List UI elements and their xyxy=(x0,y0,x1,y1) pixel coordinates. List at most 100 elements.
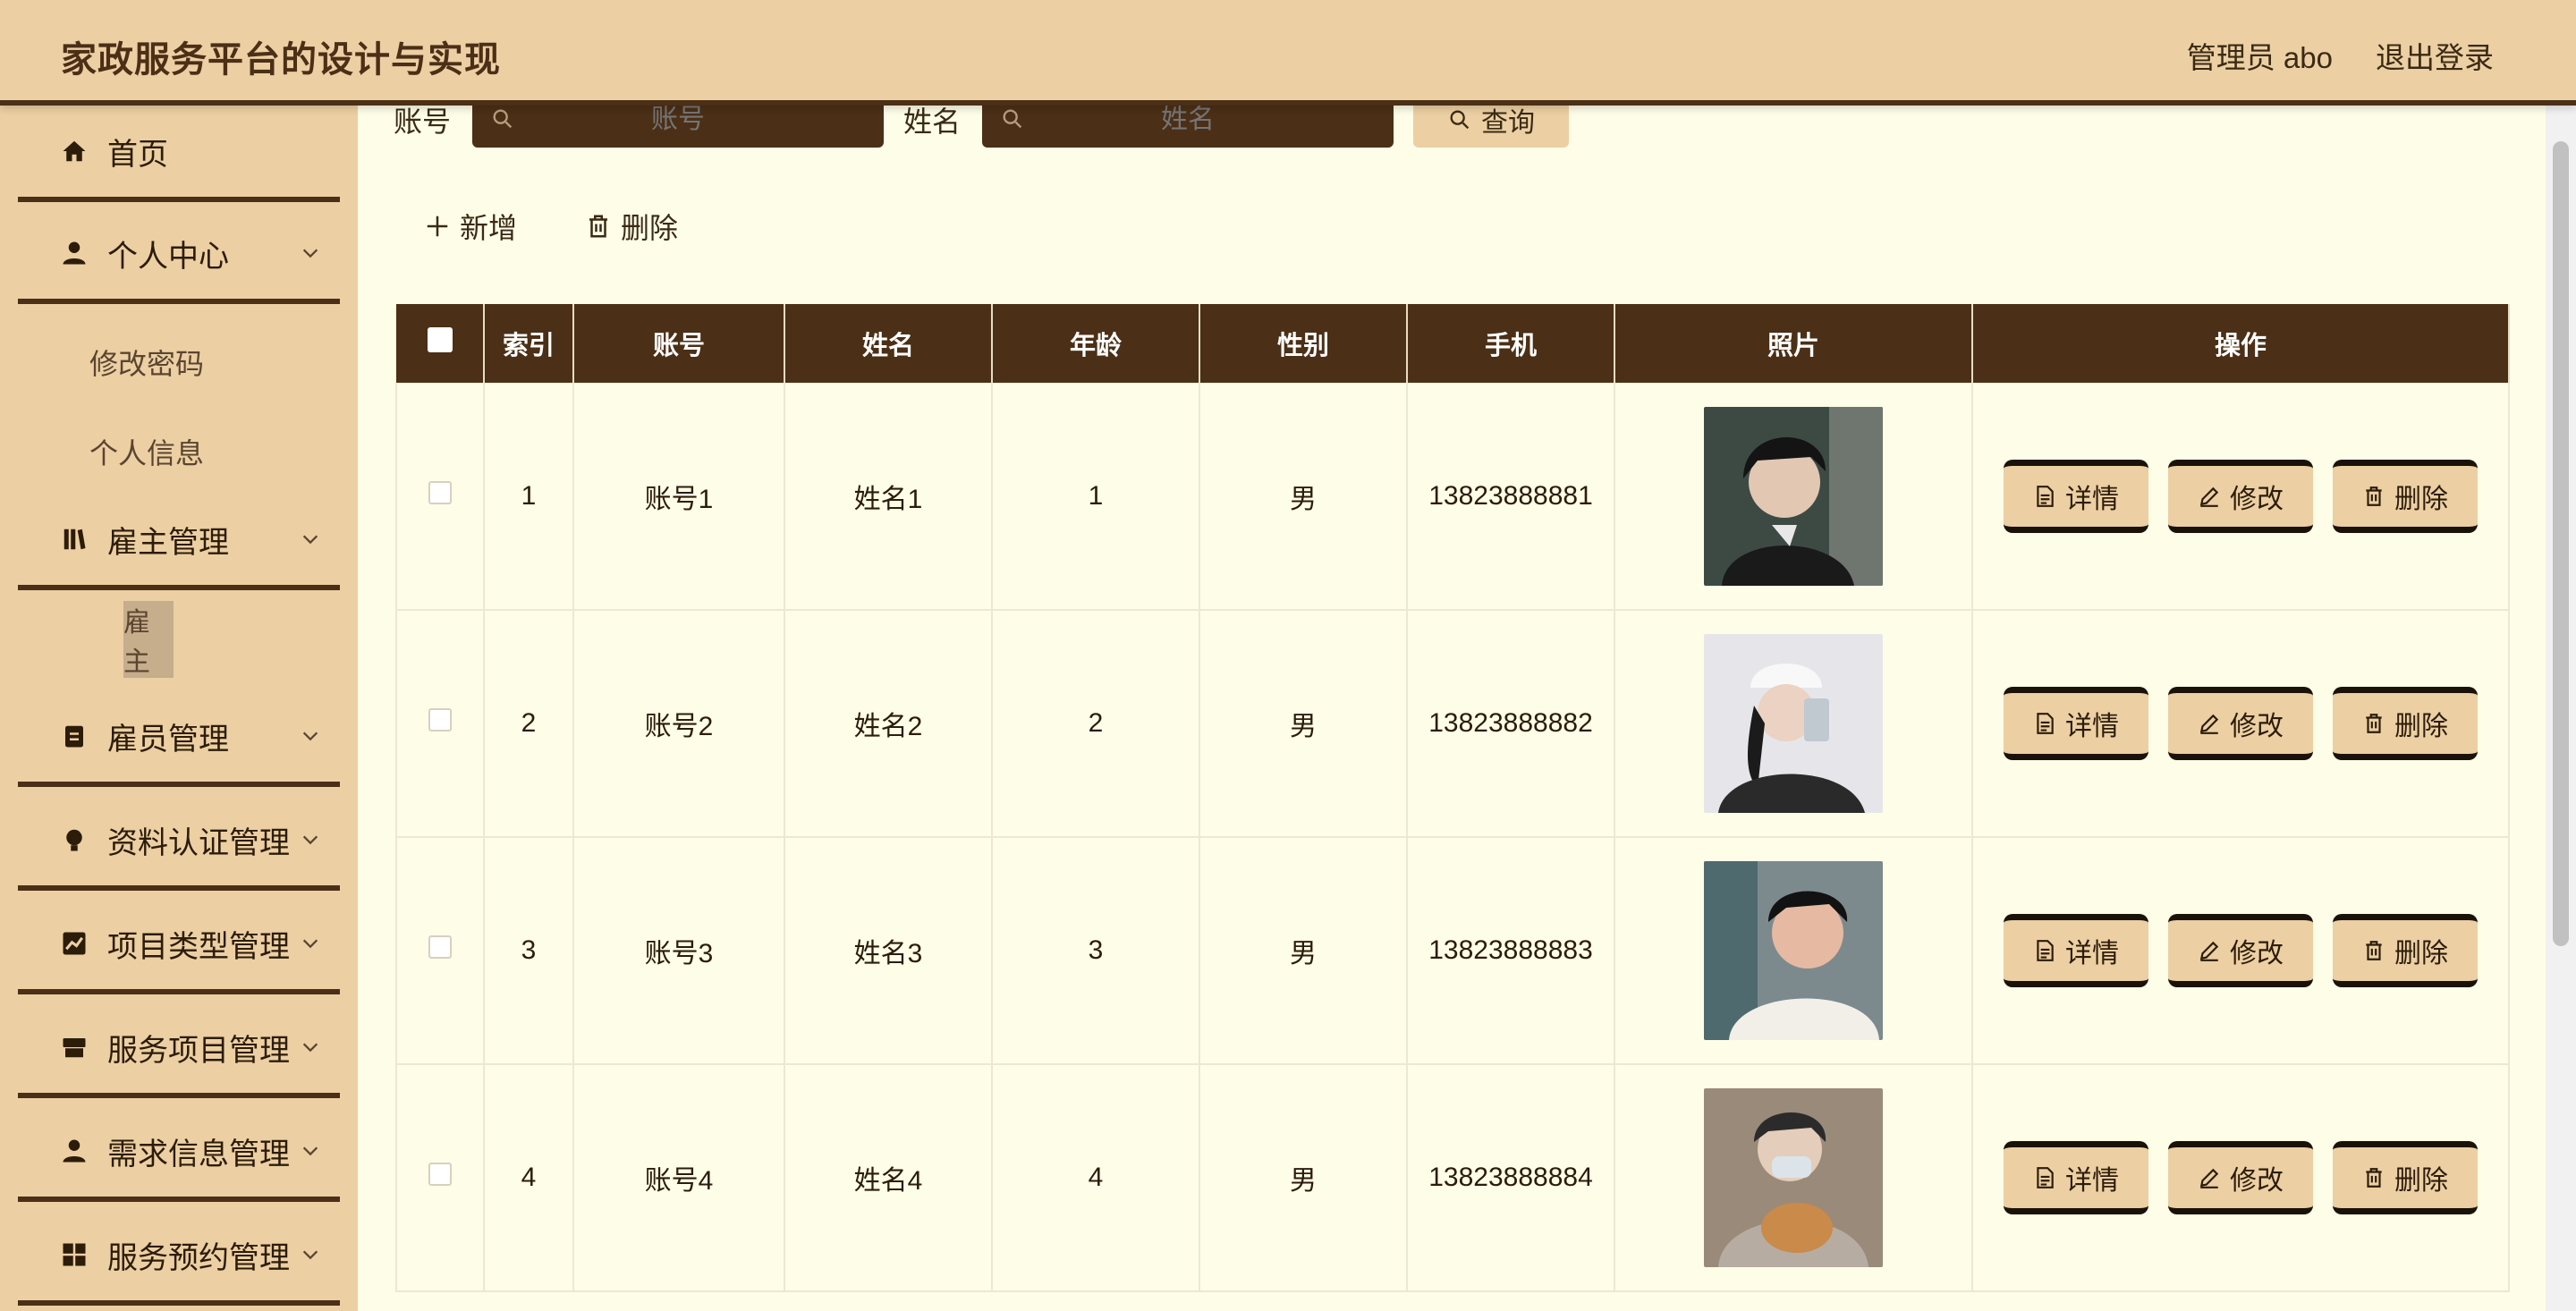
chevron-down-icon xyxy=(302,1043,318,1053)
edit-button-label: 修改 xyxy=(2230,1166,2284,1196)
actions-cell: 详情 修改 删除 xyxy=(1972,610,2510,838)
top-header: 家政服务平台的设计与实现 管理员 abo 退出登录 xyxy=(0,0,2576,106)
account-search-field xyxy=(472,106,885,148)
phone-cell: 13823888884 xyxy=(1407,1064,1615,1292)
name-search-field xyxy=(982,106,1394,148)
actions-cell: 详情 修改 删除 xyxy=(1972,837,2510,1065)
photo-cell xyxy=(1614,610,1973,838)
name-cell: 姓名2 xyxy=(784,610,993,838)
detail-button[interactable]: 详情 xyxy=(2004,1141,2148,1214)
account-cell: 账号4 xyxy=(573,1064,785,1292)
sidebar-item-personal-center[interactable]: 个人中心 xyxy=(18,207,340,304)
main-content: 账号 姓名 查询 新增 删除 xyxy=(358,106,2546,1311)
name-cell: 姓名1 xyxy=(784,383,993,611)
row-select-cell xyxy=(395,837,485,1065)
scrollbar-thumb[interactable] xyxy=(2553,141,2569,946)
edit-button[interactable]: 修改 xyxy=(2168,459,2313,533)
gender-cell: 男 xyxy=(1199,610,1408,838)
trash-icon xyxy=(589,215,608,238)
row-checkbox[interactable] xyxy=(428,480,452,504)
document-icon xyxy=(2037,1167,2054,1188)
name-cell: 姓名4 xyxy=(784,1064,993,1292)
sidebar: 首页 个人中心 修改密码 个人信息 雇主管理 雇主 雇员管理 资料认证管理 项目… xyxy=(0,106,358,1311)
chevron-down-icon xyxy=(302,732,318,741)
sidebar-item-employee-management[interactable]: 雇员管理 xyxy=(18,690,340,787)
name-cell: 姓名3 xyxy=(784,837,993,1065)
sidebar-item-label: 个人中心 xyxy=(107,239,229,274)
edit-button[interactable]: 修改 xyxy=(2168,914,2313,987)
index-cell: 3 xyxy=(484,837,574,1065)
employer-table: 索引 账号 姓名 年龄 性别 手机 照片 操作 1 账号1 姓名1 1 男 13… xyxy=(395,304,2510,1292)
age-cell: 3 xyxy=(992,837,1200,1065)
index-cell: 4 xyxy=(484,1064,574,1292)
chevron-down-icon xyxy=(302,249,318,258)
sidebar-item-demand-info-management[interactable]: 需求信息管理 xyxy=(18,1105,340,1202)
delete-button[interactable]: 删除 xyxy=(2333,687,2478,760)
delete-button[interactable]: 删除 xyxy=(2333,914,2478,987)
row-select-cell xyxy=(395,1064,485,1292)
delete-button[interactable]: 删除 xyxy=(2333,1141,2478,1214)
pencil-icon xyxy=(2199,941,2219,961)
trash-icon xyxy=(2366,1168,2382,1188)
user-photo[interactable] xyxy=(1704,861,1883,1040)
add-button-label: 新增 xyxy=(460,212,518,244)
batch-delete-button[interactable]: 删除 xyxy=(585,206,678,247)
sidebar-item-certification-management[interactable]: 资料认证管理 xyxy=(18,794,340,891)
sidebar-item-service-project-management[interactable]: 服务项目管理 xyxy=(18,1002,340,1098)
clipboard-icon xyxy=(65,725,83,748)
detail-button[interactable]: 详情 xyxy=(2004,914,2148,987)
document-icon xyxy=(2037,485,2054,507)
chevron-down-icon xyxy=(302,835,318,845)
edit-button[interactable]: 修改 xyxy=(2168,1141,2313,1214)
account-cell: 账号1 xyxy=(573,383,785,611)
select-all-cell xyxy=(396,304,485,383)
gender-cell: 男 xyxy=(1199,1064,1408,1292)
store-icon xyxy=(63,1038,86,1058)
logout-link[interactable]: 退出登录 xyxy=(2376,34,2494,77)
grid-icon xyxy=(63,1243,86,1266)
detail-button[interactable]: 详情 xyxy=(2004,687,2148,760)
delete-button-label: 删除 xyxy=(2394,939,2448,968)
user-photo[interactable] xyxy=(1704,1088,1883,1267)
sidebar-item-employer[interactable]: 雇主 xyxy=(123,601,174,678)
row-checkbox[interactable] xyxy=(428,708,452,732)
trash-icon xyxy=(2366,486,2382,506)
user-photo[interactable] xyxy=(1704,634,1883,813)
delete-button[interactable]: 删除 xyxy=(2333,459,2478,533)
photo-cell xyxy=(1614,837,1973,1065)
phone-cell: 13823888882 xyxy=(1407,610,1615,838)
sidebar-item-project-type-management[interactable]: 项目类型管理 xyxy=(18,898,340,994)
name-search-input[interactable] xyxy=(982,106,1394,135)
phone-cell: 13823888881 xyxy=(1407,383,1615,611)
vertical-scrollbar[interactable] xyxy=(2546,106,2576,1311)
row-checkbox[interactable] xyxy=(428,935,452,959)
user-icon xyxy=(63,1139,86,1163)
batch-delete-button-label: 删除 xyxy=(621,212,679,244)
sidebar-item-personal-info[interactable]: 个人信息 xyxy=(89,431,204,472)
column-header: 年龄 xyxy=(992,304,1200,383)
select-all-checkbox[interactable] xyxy=(427,327,453,352)
row-select-cell xyxy=(395,383,485,611)
sidebar-item-employer-management[interactable]: 雇主管理 xyxy=(18,494,340,590)
table-row: 2 账号2 姓名2 2 男 13823888882 详情 修改 删除 xyxy=(395,610,2510,838)
photo-cell xyxy=(1614,383,1973,611)
add-button[interactable]: 新增 xyxy=(424,206,517,247)
user-photo[interactable] xyxy=(1704,406,1883,586)
sidebar-item-appointment-management[interactable]: 服务预约管理 xyxy=(18,1209,340,1306)
sidebar-item-label: 雇主管理 xyxy=(107,525,229,560)
account-search-input[interactable] xyxy=(472,106,885,135)
account-cell: 账号2 xyxy=(573,610,785,838)
column-header: 性别 xyxy=(1199,304,1408,383)
sidebar-item-home[interactable]: 首页 xyxy=(18,106,340,202)
query-button[interactable]: 查询 xyxy=(1413,106,1570,148)
row-checkbox[interactable] xyxy=(428,1163,452,1186)
detail-button[interactable]: 详情 xyxy=(2004,459,2148,533)
table-row: 4 账号4 姓名4 4 男 13823888884 详情 修改 删除 xyxy=(395,1064,2510,1292)
action-bar: 新增 删除 xyxy=(424,206,678,247)
table-row: 1 账号1 姓名1 1 男 13823888881 详情 修改 删除 xyxy=(395,383,2510,611)
sidebar-item-change-password[interactable]: 修改密码 xyxy=(89,342,204,383)
chevron-down-icon xyxy=(302,535,318,545)
sidebar-item-label: 项目类型管理 xyxy=(107,929,290,964)
edit-button[interactable]: 修改 xyxy=(2168,687,2313,760)
pencil-icon xyxy=(2199,1168,2219,1188)
